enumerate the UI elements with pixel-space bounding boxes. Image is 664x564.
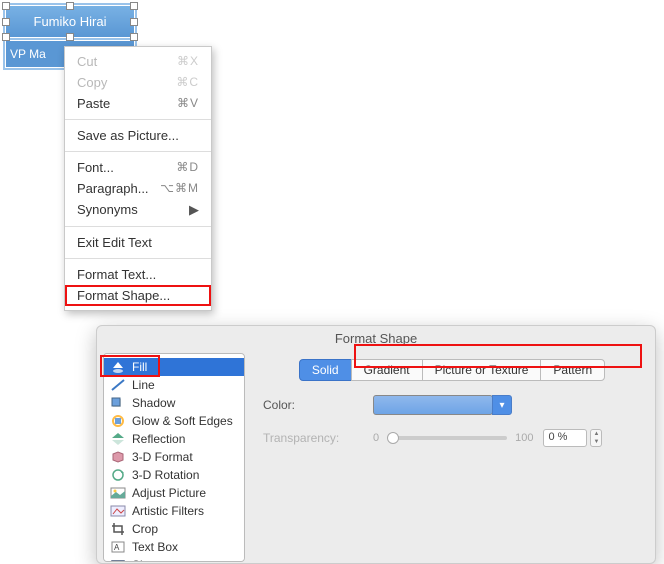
sidebar-item-reflection[interactable]: Reflection bbox=[104, 430, 244, 448]
color-well[interactable] bbox=[373, 395, 493, 415]
transparency-max: 100 bbox=[515, 432, 533, 444]
resize-handle[interactable] bbox=[2, 18, 10, 26]
tab-pattern[interactable]: Pattern bbox=[540, 359, 605, 381]
menu-item-font[interactable]: Font... ⌘D bbox=[65, 157, 211, 178]
menu-separator bbox=[65, 226, 211, 227]
transparency-input[interactable]: 0 % bbox=[543, 429, 587, 447]
sidebar-item-3d-format[interactable]: 3-D Format bbox=[104, 448, 244, 466]
color-label: Color: bbox=[263, 398, 373, 412]
transparency-stepper[interactable]: ▲▼ bbox=[590, 429, 602, 447]
filters-icon bbox=[110, 504, 126, 518]
resize-handle[interactable] bbox=[2, 33, 10, 41]
cube-icon bbox=[110, 450, 126, 464]
fill-type-tabs: Solid Gradient Picture or Texture Patter… bbox=[299, 359, 605, 381]
menu-item-paragraph[interactable]: Paragraph... ⌥⌘M bbox=[65, 178, 211, 199]
submenu-arrow-icon: ▶ bbox=[189, 202, 199, 218]
shape-name-box[interactable]: Fumiko Hirai bbox=[6, 6, 134, 37]
resize-handle[interactable] bbox=[66, 2, 74, 10]
size-icon bbox=[110, 558, 126, 562]
resize-handle[interactable] bbox=[130, 2, 138, 10]
menu-item-exit-edit-text[interactable]: Exit Edit Text bbox=[65, 232, 211, 253]
tab-picture-or-texture[interactable]: Picture or Texture bbox=[422, 359, 542, 381]
dialog-title: Format Shape bbox=[97, 326, 655, 349]
sidebar-item-3d-rotation[interactable]: 3-D Rotation bbox=[104, 466, 244, 484]
menu-item-paste[interactable]: Paste ⌘V bbox=[65, 93, 211, 114]
transparency-label: Transparency: bbox=[263, 431, 373, 445]
resize-handle[interactable] bbox=[130, 33, 138, 41]
menu-separator bbox=[65, 119, 211, 120]
menu-separator bbox=[65, 258, 211, 259]
svg-text:A: A bbox=[114, 543, 120, 552]
line-icon bbox=[110, 378, 126, 392]
tab-gradient[interactable]: Gradient bbox=[351, 359, 423, 381]
dialog-sidebar: Fill Line Shadow Glow & Soft Edges Refle… bbox=[103, 353, 245, 562]
sidebar-item-size[interactable]: Size bbox=[104, 556, 244, 562]
format-shape-dialog: Format Shape Fill Line Shadow Glow & Sof… bbox=[96, 325, 656, 564]
glow-icon bbox=[110, 414, 126, 428]
sidebar-item-artistic-filters[interactable]: Artistic Filters bbox=[104, 502, 244, 520]
menu-separator bbox=[65, 151, 211, 152]
slider-knob[interactable] bbox=[387, 432, 399, 444]
menu-item-format-shape[interactable]: Format Shape... bbox=[65, 285, 211, 306]
fill-icon bbox=[110, 360, 126, 374]
context-menu: Cut ⌘X Copy ⌘C Paste ⌘V Save as Picture.… bbox=[64, 46, 212, 311]
sidebar-item-crop[interactable]: Crop bbox=[104, 520, 244, 538]
reflection-icon bbox=[110, 432, 126, 446]
menu-item-cut: Cut ⌘X bbox=[65, 51, 211, 72]
resize-handle[interactable] bbox=[130, 18, 138, 26]
resize-handle[interactable] bbox=[2, 2, 10, 10]
shape-name-text: Fumiko Hirai bbox=[34, 14, 107, 29]
textbox-icon: A bbox=[110, 540, 126, 554]
picture-icon bbox=[110, 486, 126, 500]
sidebar-item-glow[interactable]: Glow & Soft Edges bbox=[104, 412, 244, 430]
shadow-icon bbox=[110, 396, 126, 410]
crop-icon bbox=[110, 522, 126, 536]
tab-solid[interactable]: Solid bbox=[299, 359, 352, 381]
sidebar-item-text-box[interactable]: A Text Box bbox=[104, 538, 244, 556]
rotation-icon bbox=[110, 468, 126, 482]
shape-title-text: VP Ma bbox=[10, 47, 46, 61]
color-dropdown-button[interactable]: ▾ bbox=[492, 395, 512, 415]
menu-item-save-as-picture[interactable]: Save as Picture... bbox=[65, 125, 211, 146]
sidebar-item-line[interactable]: Line bbox=[104, 376, 244, 394]
sidebar-item-shadow[interactable]: Shadow bbox=[104, 394, 244, 412]
transparency-slider[interactable] bbox=[387, 436, 507, 440]
menu-item-copy: Copy ⌘C bbox=[65, 72, 211, 93]
sidebar-item-fill[interactable]: Fill bbox=[104, 358, 244, 376]
sidebar-item-adjust-picture[interactable]: Adjust Picture bbox=[104, 484, 244, 502]
transparency-min: 0 bbox=[373, 432, 379, 444]
dialog-panel: Solid Gradient Picture or Texture Patter… bbox=[245, 349, 655, 562]
resize-handle[interactable] bbox=[66, 33, 74, 41]
menu-item-synonyms[interactable]: Synonyms ▶ bbox=[65, 199, 211, 221]
menu-item-format-text[interactable]: Format Text... bbox=[65, 264, 211, 285]
